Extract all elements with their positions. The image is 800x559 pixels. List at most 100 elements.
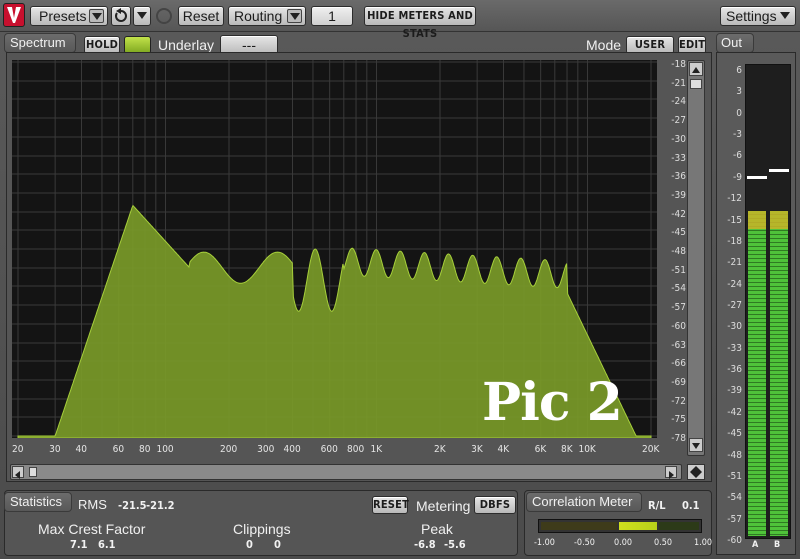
y-tick-label: -54	[671, 283, 686, 294]
out-meter	[745, 64, 791, 539]
chevron-down-icon	[780, 12, 790, 19]
out-scale-label: -51	[727, 470, 742, 482]
out-scale-label: -27	[727, 300, 742, 311]
y-tick-label: -18	[671, 59, 686, 70]
routing-button[interactable]: Routing	[228, 6, 306, 26]
x-tick-label: 200	[220, 444, 238, 455]
correlation-meter-bar	[538, 519, 702, 533]
presets-button[interactable]: Presets	[30, 6, 108, 26]
max-crest-label: Max Crest Factor	[38, 521, 146, 537]
x-tick-label: 30	[49, 444, 61, 455]
spectrum-tab-label: Spectrum	[10, 35, 66, 50]
y-tick-label: -51	[671, 265, 686, 276]
correlation-scale: -1.00 -0.50 0.00 0.50 1.00	[530, 538, 712, 552]
y-tick-label: -36	[671, 171, 686, 182]
chevron-down-icon	[137, 12, 147, 19]
correlation-tick-label: 0.50	[654, 538, 673, 548]
reset-button[interactable]: Reset	[178, 6, 224, 26]
statistics-tab[interactable]: Statistics	[4, 492, 72, 512]
peak-a-value: -6.8	[414, 538, 436, 551]
scroll-up-button[interactable]	[689, 62, 703, 76]
spectrum-tab[interactable]: Spectrum	[4, 33, 76, 53]
clippings-label: Clippings	[233, 521, 291, 537]
scroll-down-button[interactable]	[689, 438, 703, 452]
app-logo-icon	[3, 3, 25, 27]
x-tick-label: 300	[257, 444, 275, 455]
x-tick-label: 10K	[578, 444, 596, 455]
y-tick-label: -27	[671, 115, 686, 126]
undo-button[interactable]	[111, 6, 131, 26]
mode-label: Mode	[586, 37, 622, 53]
spectrum-y-scale: -18 -21 -24 -27 -30 -33 -36 -39 -42 -45 -48 -51 -54 -…	[660, 59, 686, 444]
rms-b-value: -21.2	[146, 499, 175, 512]
x-tick-label: 6K	[534, 444, 547, 455]
out-scale-label: -15	[727, 214, 742, 226]
spectrum-x-scale: 20 30 40 60 80 100 200 300 400 600 800 1K 2K 3K 4K 6K 8K…	[12, 444, 672, 458]
y-tick-label: -78	[671, 433, 686, 444]
y-tick-label: -72	[671, 396, 686, 407]
x-tick-label: 40	[75, 444, 87, 455]
y-tick-label: -75	[671, 414, 686, 425]
y-tick-label: -45	[671, 227, 686, 238]
meter-bar-a	[748, 210, 766, 536]
rl-value: 0.1	[682, 499, 700, 512]
redo-icon[interactable]	[156, 8, 172, 24]
peak-marker-b	[769, 168, 789, 172]
x-tick-label: 600	[320, 444, 338, 455]
clip-a-value: 0	[246, 538, 253, 551]
spectrum-plot[interactable]: Pic 2	[12, 60, 657, 438]
routing-label: Routing	[234, 8, 283, 24]
undo-icon	[115, 8, 127, 22]
scroll-thumb[interactable]	[690, 79, 702, 89]
y-tick-label: -24	[671, 96, 686, 107]
x-tick-label: 80	[139, 444, 151, 455]
correlation-tab[interactable]: Correlation Meter	[526, 492, 642, 512]
stats-reset-button[interactable]: RESET	[372, 496, 409, 514]
scroll-right-button[interactable]	[665, 466, 677, 479]
routing-value-field[interactable]: 1	[311, 6, 353, 26]
correlation-level-fill	[619, 522, 657, 530]
out-scale-label: -24	[727, 278, 742, 290]
x-tick-label: 100	[156, 444, 174, 455]
out-scale-label: -39	[727, 385, 742, 397]
out-scale-label: -6	[733, 150, 742, 162]
rms-a-value: -21.5	[118, 499, 147, 512]
x-tick-label: 800	[347, 444, 365, 455]
y-tick-label: -60	[671, 321, 686, 332]
out-scale-label: -12	[727, 193, 742, 205]
out-scale-label: -60	[727, 535, 742, 546]
x-tick-label: 400	[283, 444, 301, 455]
out-scale-label: -9	[733, 171, 742, 183]
out-scale-label: -54	[727, 492, 742, 504]
y-tick-label: -21	[671, 78, 686, 89]
x-tick-label: 20K	[642, 444, 660, 455]
channel-a-label: A	[752, 540, 759, 550]
y-tick-label: -66	[671, 358, 686, 369]
zoom-reset-button[interactable]	[687, 464, 705, 480]
metering-mode-button[interactable]: DBFS	[474, 496, 516, 514]
y-tick-label: -42	[671, 209, 686, 220]
overlay-label: Pic 2	[482, 372, 623, 433]
out-scale-label: -48	[727, 449, 742, 461]
correlation-positive-zone	[659, 522, 699, 530]
undo-menu-button[interactable]	[133, 6, 151, 26]
out-scale-label: -36	[727, 364, 742, 376]
hide-meters-button[interactable]: HIDE METERS AND STATS	[364, 6, 476, 40]
settings-button[interactable]: Settings	[720, 6, 796, 26]
out-tab[interactable]: Out	[716, 33, 754, 53]
correlation-tab-label: Correlation Meter	[532, 494, 633, 509]
spectrum-horizontal-scrollbar[interactable]	[10, 464, 682, 480]
out-scale-label: 0	[736, 107, 742, 119]
scroll-thumb[interactable]	[29, 467, 37, 477]
scroll-left-button[interactable]	[12, 466, 24, 479]
crest-a-value: 7.1	[70, 538, 88, 551]
settings-label: Settings	[726, 8, 777, 24]
x-tick-label: 60	[112, 444, 125, 455]
out-scale-label: -18	[727, 235, 742, 247]
spectrum-vertical-scrollbar[interactable]	[687, 60, 705, 456]
out-scale-label: -33	[727, 342, 742, 354]
rms-label: RMS	[78, 497, 107, 512]
correlation-tick-label: -0.50	[574, 538, 595, 548]
peak-b-value: -5.6	[444, 538, 466, 551]
y-tick-label: -48	[671, 246, 686, 257]
